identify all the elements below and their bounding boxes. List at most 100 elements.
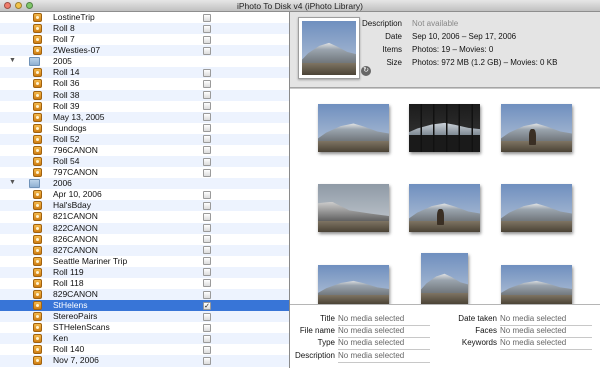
roll-info-panel: ↻ Description Not available Date Sep 10,… <box>290 12 600 88</box>
library-folder-row[interactable]: ▼ 2005 <box>0 56 289 67</box>
row-label: Sundogs <box>53 122 87 133</box>
photo-thumbnail[interactable] <box>501 184 572 232</box>
meta-filename-value: No media selected <box>338 326 405 335</box>
row-label: Seattle Mariner Trip <box>53 255 128 266</box>
export-checkbox[interactable] <box>203 124 211 133</box>
meta-description-value: No media selected <box>338 351 405 360</box>
export-checkbox[interactable] <box>203 201 211 210</box>
photo-thumbnail[interactable] <box>421 253 468 304</box>
library-roll-row[interactable]: 829CANON <box>0 289 289 301</box>
row-label: Nov 7, 2006 <box>53 355 99 366</box>
library-roll-row[interactable]: 2Westies-07 <box>0 45 289 57</box>
photo-thumbnail[interactable] <box>501 104 572 152</box>
library-roll-row[interactable]: Hal'sBday <box>0 200 289 212</box>
film-roll-icon <box>33 234 42 244</box>
export-checkbox[interactable] <box>203 68 211 77</box>
export-checkbox[interactable] <box>203 246 211 255</box>
export-checkbox[interactable] <box>203 345 211 354</box>
export-checkbox[interactable] <box>203 312 211 321</box>
export-checkbox[interactable] <box>203 224 211 233</box>
export-checkbox[interactable] <box>203 35 211 44</box>
film-roll-icon <box>33 134 42 144</box>
library-roll-row[interactable]: Roll 14 <box>0 67 289 79</box>
export-checkbox[interactable] <box>203 102 211 111</box>
library-roll-row[interactable]: Roll 140 <box>0 344 289 355</box>
row-label: Roll 7 <box>53 34 75 45</box>
export-checkbox[interactable] <box>203 91 211 100</box>
library-roll-row[interactable]: Roll 119 <box>0 266 289 278</box>
library-roll-row[interactable]: Apr 10, 2006 <box>0 189 289 200</box>
export-checkbox[interactable] <box>203 268 211 277</box>
library-roll-row[interactable]: Roll 39 <box>0 101 289 112</box>
photo-thumbnail[interactable] <box>318 265 389 304</box>
film-roll-icon <box>33 90 42 100</box>
export-checkbox[interactable] <box>203 235 211 244</box>
film-roll-icon <box>33 35 42 45</box>
meta-title-value: No media selected <box>338 314 405 323</box>
library-roll-row[interactable]: Roll 118 <box>0 278 289 289</box>
photo-thumbnail[interactable] <box>318 104 389 152</box>
library-roll-row[interactable]: StHelens ✓ <box>0 300 289 312</box>
library-roll-row[interactable]: Roll 7 <box>0 34 289 45</box>
photo-grid[interactable] <box>290 89 600 304</box>
export-checkbox[interactable] <box>203 323 211 332</box>
meta-datetaken-value: No media selected <box>500 314 567 323</box>
export-checkbox[interactable] <box>203 46 211 55</box>
library-roll-row[interactable]: 821CANON <box>0 211 289 222</box>
library-roll-row[interactable]: StereoPairs <box>0 311 289 323</box>
library-roll-row[interactable]: Roll 36 <box>0 78 289 89</box>
library-roll-row[interactable]: Ken <box>0 333 289 345</box>
export-checkbox[interactable]: ✓ <box>203 301 211 310</box>
disclosure-triangle-icon[interactable]: ▼ <box>9 57 16 64</box>
folder-icon <box>29 179 40 189</box>
library-roll-row[interactable]: Roll 8 <box>0 23 289 35</box>
export-checkbox[interactable] <box>203 212 211 221</box>
library-roll-row[interactable]: 797CANON <box>0 167 289 178</box>
film-roll-icon <box>33 201 42 211</box>
export-checkbox[interactable] <box>203 290 211 299</box>
export-checkbox[interactable] <box>203 13 211 22</box>
export-checkbox[interactable] <box>203 135 211 144</box>
library-roll-row[interactable]: 827CANON <box>0 244 289 256</box>
row-label: May 13, 2005 <box>53 111 105 122</box>
export-checkbox[interactable] <box>203 356 211 365</box>
film-roll-icon <box>33 112 42 122</box>
row-label: LostineTrip <box>53 12 95 22</box>
export-checkbox[interactable] <box>203 279 211 288</box>
export-checkbox[interactable] <box>203 146 211 155</box>
export-checkbox[interactable] <box>203 24 211 33</box>
export-checkbox[interactable] <box>203 113 211 122</box>
meta-filename-label: File name <box>299 326 335 335</box>
library-tree[interactable]: LostineTrip Roll 8 Roll 7 2Westies-07 ▼ 2005 R… <box>0 12 289 368</box>
library-roll-row[interactable]: 826CANON <box>0 234 289 245</box>
disclosure-triangle-icon[interactable]: ▼ <box>9 179 16 186</box>
library-roll-row[interactable]: Sundogs <box>0 123 289 134</box>
export-checkbox[interactable] <box>203 257 211 266</box>
photo-thumbnail[interactable] <box>409 104 480 152</box>
export-checkbox[interactable] <box>203 334 211 343</box>
film-roll-icon <box>33 345 42 355</box>
row-label: 827CANON <box>53 244 98 255</box>
export-checkbox[interactable] <box>203 157 211 166</box>
photo-thumbnail[interactable] <box>318 184 389 232</box>
rotate-icon[interactable]: ↻ <box>361 66 371 76</box>
photo-thumbnail[interactable] <box>409 184 480 232</box>
export-checkbox[interactable] <box>203 190 211 199</box>
library-roll-row[interactable]: 796CANON <box>0 145 289 156</box>
row-label: 822CANON <box>53 222 98 233</box>
export-checkbox[interactable] <box>203 79 211 88</box>
photo-thumbnail[interactable] <box>501 265 572 304</box>
library-roll-row[interactable]: May 13, 2005 <box>0 111 289 123</box>
library-roll-row[interactable]: 822CANON <box>0 222 289 234</box>
library-folder-row[interactable]: ▼ 2006 <box>0 178 289 190</box>
library-roll-row[interactable]: Seattle Mariner Trip <box>0 256 289 267</box>
library-roll-row[interactable]: Roll 52 <box>0 133 289 145</box>
export-checkbox[interactable] <box>203 168 211 177</box>
library-roll-row[interactable]: Roll 54 <box>0 156 289 168</box>
description-value: Not available <box>412 19 459 28</box>
library-roll-row[interactable]: Nov 7, 2006 <box>0 355 289 367</box>
library-roll-row[interactable]: Roll 38 <box>0 89 289 101</box>
window-title: iPhoto To Disk v4 (iPhoto Library) <box>237 1 363 11</box>
library-roll-row[interactable]: STHelenScans <box>0 322 289 333</box>
library-roll-row[interactable]: LostineTrip <box>0 12 289 23</box>
